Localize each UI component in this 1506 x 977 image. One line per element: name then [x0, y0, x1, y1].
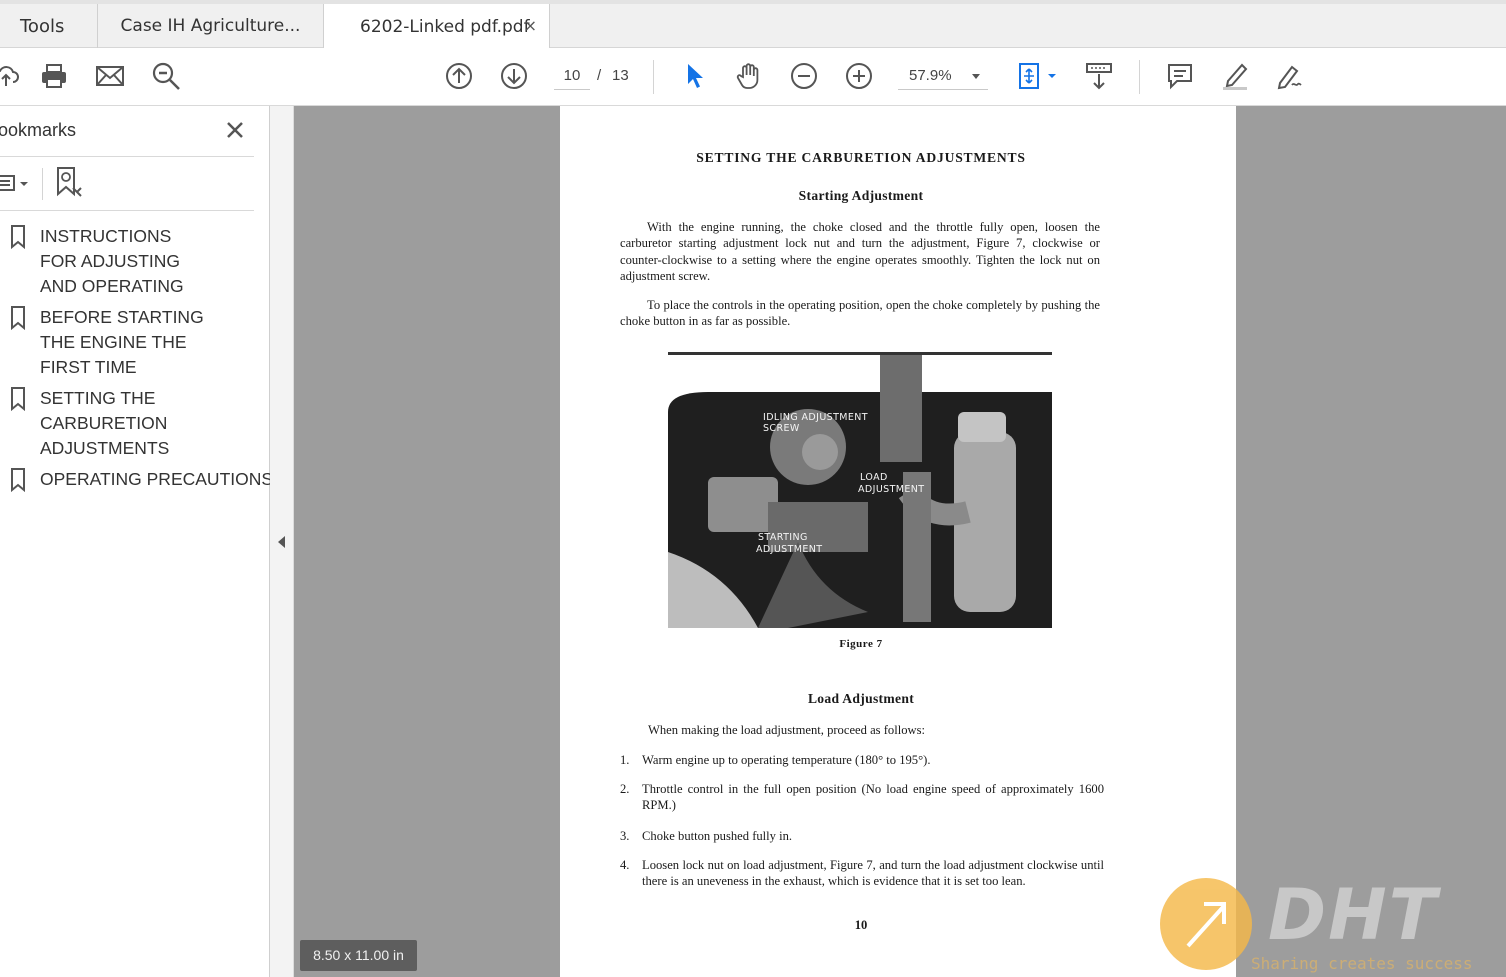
toolbar-divider — [1139, 60, 1140, 94]
page-separator: / — [597, 67, 602, 84]
tab-tools[interactable]: Tools — [0, 4, 98, 48]
bookmark-item[interactable]: BEFORE STARTING THE ENGINE THE FIRST TIM… — [0, 305, 262, 380]
bookmark-options-icon[interactable] — [0, 172, 34, 199]
list-item-text: Loosen lock nut on load adjustment, Figu… — [642, 858, 1104, 889]
page-size-badge: 8.50 x 11.00 in — [300, 940, 417, 971]
figure-label-starting-1: STARTING — [758, 532, 808, 543]
page-number: 10 — [854, 918, 868, 932]
bookmark-label: BEFORE STARTING THE ENGINE THE FIRST TIM… — [40, 307, 204, 377]
page-total: 13 — [612, 67, 629, 84]
close-panel-icon[interactable] — [222, 117, 248, 143]
tab-bar: Tools Case IH Agriculture... 6202-Linked… — [0, 0, 1506, 49]
bookmark-label: OPERATING PRECAUTIONS — [40, 469, 274, 489]
toolbar-divider — [653, 60, 654, 94]
panel-divider — [0, 156, 254, 157]
tab-case-ih-label: Case IH Agriculture... — [120, 16, 301, 36]
list-item: 4. Loosen lock nut on load adjustment, Fi… — [620, 857, 1104, 890]
list-item-number: 2. — [620, 782, 630, 796]
pdf-page: SETTING THE CARBURETION ADJUSTMENTS Star… — [560, 106, 1236, 977]
zoom-level-select[interactable]: 57.9% — [898, 62, 988, 90]
tab-tools-label: Tools — [20, 15, 65, 37]
panel-tools-divider — [42, 168, 43, 200]
watermark-tagline: Sharing creates success — [1251, 954, 1473, 973]
load-adjustment-heading: Load Adjustment — [807, 691, 915, 706]
figure-7-photo: IDLING ADJUSTMENT SCREW LOAD ADJUSTMENT … — [668, 352, 1052, 628]
document-view[interactable]: SETTING THE CARBURETION ADJUSTMENTS Star… — [294, 106, 1506, 977]
watermark-brand: DHT — [1268, 874, 1439, 956]
tab-close-icon[interactable]: × — [524, 16, 537, 35]
zoom-in-icon[interactable] — [841, 58, 877, 94]
bookmark-item[interactable]: INSTRUCTIONS FOR ADJUSTING AND OPERATING — [0, 224, 262, 299]
panel-divider — [0, 210, 254, 211]
sign-icon[interactable] — [1272, 58, 1308, 94]
zoom-dropdown-caret-icon — [972, 74, 980, 79]
highlight-icon[interactable] — [1217, 58, 1253, 94]
list-item: 1. Warm engine up to operating temperatur… — [620, 752, 1104, 768]
select-cursor-icon[interactable] — [676, 58, 712, 94]
bookmarks-panel-title: ookmarks — [0, 120, 77, 140]
bookmark-label: INSTRUCTIONS FOR ADJUSTING AND OPERATING — [40, 226, 184, 296]
collapse-arrow-icon — [278, 536, 285, 548]
figure-label-idling-1: IDLING ADJUSTMENT — [763, 412, 869, 423]
bookmark-list: INSTRUCTIONS FOR ADJUSTING AND OPERATING… — [0, 224, 274, 503]
dht-watermark: DHT Sharing creates success — [1156, 874, 1506, 977]
page-number-input[interactable]: 10 — [554, 62, 590, 90]
list-item: 2. Throttle control in the full open posi… — [620, 781, 1104, 814]
page-title: SETTING THE CARBURETION ADJUSTMENTS — [696, 150, 1026, 165]
bookmarks-toolbar — [0, 164, 254, 210]
page-down-icon[interactable] — [496, 58, 532, 94]
hand-icon[interactable] — [731, 58, 767, 94]
new-bookmark-icon[interactable] — [55, 166, 83, 203]
figure-label-idling-2: SCREW — [763, 423, 800, 434]
paragraph-starting: With the engine running, the choke close… — [620, 220, 1100, 283]
fit-page-icon[interactable] — [1012, 58, 1060, 94]
search-icon[interactable] — [148, 58, 184, 94]
tab-active-label: 6202-Linked pdf.pdf — [360, 16, 530, 37]
bookmark-icon — [0, 467, 40, 497]
starting-adjustment-heading: Starting Adjustment — [798, 188, 924, 203]
zoom-level-value: 57.9% — [909, 67, 952, 84]
list-item: 3. Choke button pushed fully in. — [620, 828, 1104, 844]
main-toolbar: 10 / 13 57.9% — [0, 48, 1506, 106]
bookmark-item[interactable]: SETTING THE CARBURETION ADJUSTMENTS — [0, 386, 262, 461]
bookmark-label: SETTING THE CARBURETION ADJUSTMENTS — [40, 388, 170, 458]
zoom-out-icon[interactable] — [786, 58, 822, 94]
page-up-icon[interactable] — [441, 58, 477, 94]
list-item-number: 1. — [620, 753, 630, 767]
load-intro: When making the load adjustment, proceed… — [648, 723, 925, 737]
paragraph-controls: To place the controls in the operating p… — [620, 298, 1100, 329]
bookmarks-panel: ookmarks INSTRUCTIONS FOR ADJUSTING AND … — [0, 106, 274, 977]
email-icon[interactable] — [92, 58, 128, 94]
list-item-text: Throttle control in the full open positi… — [642, 782, 1104, 813]
tab-case-ih[interactable]: Case IH Agriculture... — [98, 4, 324, 48]
list-item-number: 4. — [620, 858, 630, 872]
comment-icon[interactable] — [1162, 58, 1198, 94]
tab-active-document[interactable]: 6202-Linked pdf.pdf × — [324, 4, 550, 49]
figure-caption: Figure 7 — [839, 638, 883, 650]
bookmark-icon — [0, 224, 40, 254]
print-icon[interactable] — [36, 58, 72, 94]
scroll-mode-icon[interactable] — [1081, 58, 1117, 94]
figure-label-starting-2: ADJUSTMENT — [756, 544, 823, 555]
list-item-text: Choke button pushed fully in. — [642, 829, 793, 843]
bookmark-icon — [0, 305, 40, 335]
bookmark-item[interactable]: OPERATING PRECAUTIONS — [0, 467, 274, 497]
list-item-text: Warm engine up to operating temperature … — [642, 753, 931, 767]
upload-icon[interactable] — [0, 58, 24, 94]
list-item-number: 3. — [620, 829, 630, 843]
panel-collapse-handle[interactable] — [270, 106, 294, 977]
bookmark-icon — [0, 386, 40, 416]
pdf-viewer-window: Tools Case IH Agriculture... 6202-Linked… — [0, 0, 1506, 977]
figure-label-load-1: LOAD — [860, 472, 888, 483]
watermark-logo-circle — [1160, 878, 1252, 970]
figure-label-load-2: ADJUSTMENT — [858, 484, 925, 495]
